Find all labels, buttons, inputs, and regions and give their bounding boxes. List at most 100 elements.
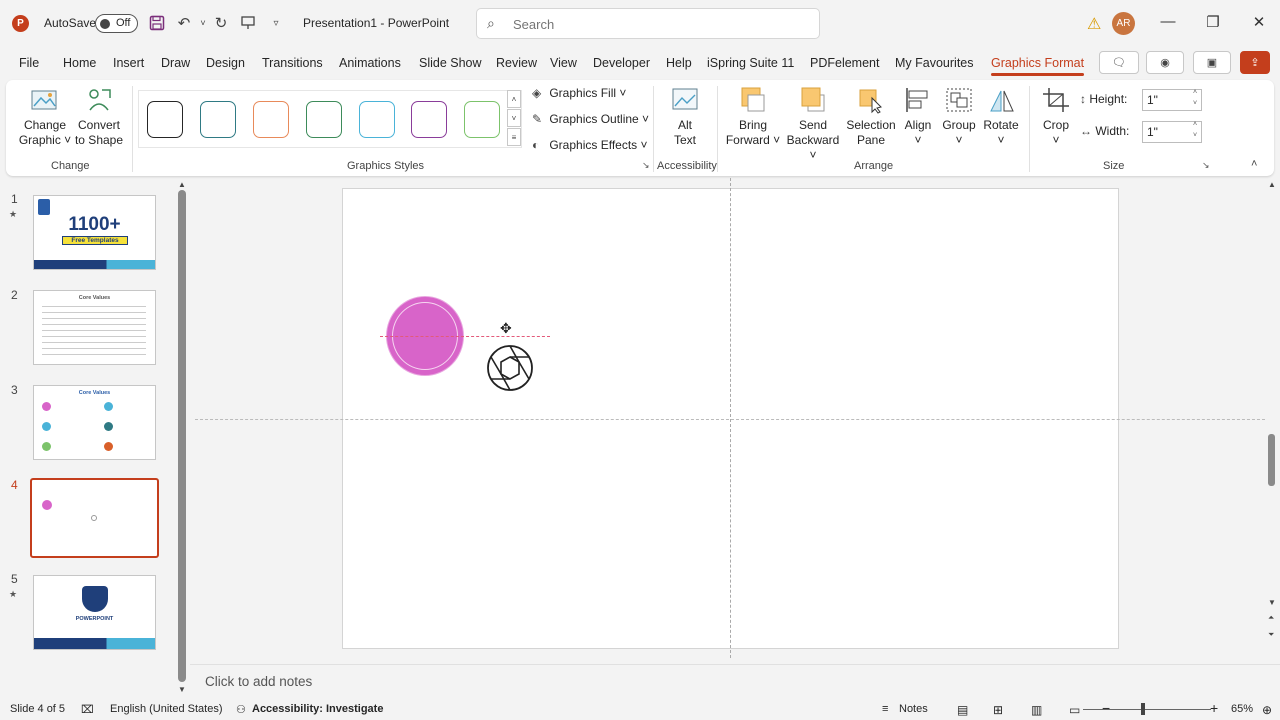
slide-thumbnail-3[interactable]: Core Values bbox=[33, 385, 156, 460]
undo-icon[interactable]: ↶ bbox=[174, 13, 194, 33]
selection-pane-button[interactable]: Selection Pane bbox=[844, 86, 898, 148]
tab-animations[interactable]: Animations bbox=[339, 56, 401, 70]
gallery-more-icon[interactable]: ≡ bbox=[507, 128, 521, 146]
gallery-scroll-up-icon[interactable]: ˄ bbox=[507, 90, 521, 108]
fit-to-window-icon[interactable]: ⊕ bbox=[1262, 703, 1272, 717]
tab-review[interactable]: Review bbox=[496, 56, 537, 70]
record-button[interactable]: ◉ bbox=[1146, 51, 1184, 74]
avatar[interactable]: AR bbox=[1112, 12, 1135, 35]
spellcheck-icon[interactable]: ⌧ bbox=[81, 703, 94, 716]
tab-ispring[interactable]: iSpring Suite 11 bbox=[707, 56, 794, 70]
customize-toolbar-icon[interactable]: ▿ bbox=[266, 13, 286, 33]
slideshow-view-icon[interactable]: ▭ bbox=[1069, 703, 1080, 717]
tab-home[interactable]: Home bbox=[63, 56, 96, 70]
tab-my-favourites[interactable]: My Favourites bbox=[895, 56, 974, 70]
graphics-fill-button[interactable]: ◈ Graphics Fill ˅ bbox=[532, 86, 626, 100]
slide-thumbnail-1[interactable]: 1100+ Free Templates bbox=[33, 195, 156, 270]
thumb-number-5: 5 bbox=[11, 572, 18, 586]
comments-button[interactable]: 🗨 bbox=[1099, 51, 1139, 74]
canvas-scroll-down-icon[interactable]: ▼ bbox=[1268, 598, 1276, 607]
warning-icon[interactable]: ⚠ bbox=[1087, 14, 1101, 34]
close-icon[interactable]: ✕ bbox=[1249, 13, 1269, 31]
alt-text-button[interactable]: Alt Text bbox=[662, 86, 708, 148]
minimize-icon[interactable]: — bbox=[1158, 13, 1178, 30]
present-icon[interactable] bbox=[238, 13, 258, 33]
slide-sorter-icon[interactable]: ⊞ bbox=[993, 703, 1003, 717]
slide-thumbnail-5[interactable]: POWERPOINT bbox=[33, 575, 156, 650]
graphics-style-5[interactable] bbox=[359, 101, 395, 138]
graphics-effects-button[interactable]: ◐ Graphics Effects ˅ bbox=[532, 138, 648, 152]
tab-file[interactable]: File bbox=[19, 56, 39, 70]
teams-button[interactable]: ▣ bbox=[1193, 51, 1231, 74]
aperture-icon[interactable] bbox=[486, 344, 534, 392]
accessibility-group-label: Accessibility bbox=[657, 160, 717, 172]
collapse-ribbon-icon[interactable]: ˄ bbox=[1251, 158, 1257, 170]
graphics-style-1[interactable] bbox=[147, 101, 183, 138]
canvas-scroll-up-icon[interactable]: ▲ bbox=[1268, 180, 1276, 189]
alt-text-label-1: Alt bbox=[677, 118, 692, 132]
thumb-scroll-up-icon[interactable]: ▲ bbox=[178, 180, 186, 189]
thumb-scroll-down-icon[interactable]: ▼ bbox=[178, 685, 186, 694]
tab-draw[interactable]: Draw bbox=[161, 56, 190, 70]
change-graphic-button[interactable]: Change Graphic ˅ bbox=[18, 86, 72, 148]
slide-thumbnail-4[interactable] bbox=[30, 478, 159, 558]
zoom-slider-thumb[interactable] bbox=[1141, 703, 1145, 715]
notes-pane[interactable] bbox=[190, 664, 1280, 698]
group-button[interactable]: Group ˅ bbox=[938, 86, 980, 148]
tab-transitions[interactable]: Transitions bbox=[262, 56, 323, 70]
zoom-slider-track[interactable] bbox=[1083, 709, 1211, 710]
canvas-scrollbar[interactable] bbox=[1268, 434, 1275, 486]
crop-button[interactable]: Crop ˅ bbox=[1038, 86, 1074, 148]
tab-slide-show[interactable]: Slide Show bbox=[419, 56, 482, 70]
graphics-style-4[interactable] bbox=[306, 101, 342, 138]
restore-icon[interactable]: ❐ bbox=[1203, 13, 1223, 31]
notes-toggle[interactable]: Notes bbox=[899, 703, 928, 715]
dialog-launcher-icon[interactable]: ↘ bbox=[642, 160, 650, 171]
graphics-style-7[interactable] bbox=[464, 101, 500, 138]
reading-view-icon[interactable]: ▥ bbox=[1031, 703, 1042, 717]
zoom-in-icon[interactable]: + bbox=[1210, 700, 1218, 716]
tab-insert[interactable]: Insert bbox=[113, 56, 144, 70]
redo-icon[interactable]: ↻ bbox=[211, 13, 231, 33]
slide-thumbnail-2[interactable]: Core Values bbox=[33, 290, 156, 365]
width-down-icon[interactable]: ˅ bbox=[1193, 132, 1197, 139]
previous-slide-icon[interactable]: ⏶ bbox=[1268, 613, 1274, 623]
height-up-icon[interactable]: ˄ bbox=[1193, 89, 1197, 96]
rotate-button[interactable]: Rotate ˅ bbox=[980, 86, 1022, 148]
graphics-style-3[interactable] bbox=[253, 101, 289, 138]
accessibility-status[interactable]: Accessibility: Investigate bbox=[252, 703, 383, 715]
undo-dropdown-icon[interactable]: ˅ bbox=[193, 13, 213, 33]
send-backward-button[interactable]: Send Backward ˅ bbox=[782, 86, 844, 163]
selection-pane-icon bbox=[859, 89, 882, 114]
tab-developer[interactable]: Developer bbox=[593, 56, 650, 70]
autosave-toggle[interactable]: Off bbox=[95, 14, 138, 33]
share-button[interactable]: ⇪ bbox=[1240, 51, 1270, 74]
search-input[interactable] bbox=[513, 14, 803, 34]
language-indicator[interactable]: English (United States) bbox=[110, 703, 223, 715]
gallery-scroll-down-icon[interactable]: ˅ bbox=[507, 109, 521, 127]
save-icon[interactable] bbox=[147, 13, 167, 33]
notes-placeholder[interactable]: Click to add notes bbox=[205, 674, 312, 689]
tab-pdfelement[interactable]: PDFelement bbox=[810, 56, 879, 70]
graphics-style-6[interactable] bbox=[411, 101, 447, 138]
width-up-icon[interactable]: ˄ bbox=[1193, 121, 1197, 128]
tab-design[interactable]: Design bbox=[206, 56, 245, 70]
align-button[interactable]: Align ˅ bbox=[898, 86, 938, 148]
graphics-outline-button[interactable]: ✎ Graphics Outline ˅ bbox=[532, 112, 649, 126]
convert-to-shape-button[interactable]: Convert to Shape bbox=[72, 86, 126, 148]
thumb-logo-icon bbox=[38, 199, 50, 215]
tab-graphics-format[interactable]: Graphics Format bbox=[991, 56, 1085, 76]
zoom-level[interactable]: 65% bbox=[1231, 703, 1253, 715]
tab-view[interactable]: View bbox=[550, 56, 577, 70]
zoom-out-icon[interactable]: − bbox=[1102, 700, 1110, 716]
graphics-style-2[interactable] bbox=[200, 101, 236, 138]
size-dialog-launcher-icon[interactable]: ↘ bbox=[1202, 160, 1210, 171]
normal-view-icon[interactable]: ▤ bbox=[957, 703, 968, 717]
next-slide-icon[interactable]: ⏷ bbox=[1268, 630, 1274, 640]
height-down-icon[interactable]: ˅ bbox=[1193, 100, 1197, 107]
bring-forward-button[interactable]: Bring Forward ˅ bbox=[724, 86, 782, 148]
convert-label-2: to Shape bbox=[74, 133, 124, 147]
thumbnail-scrollbar[interactable] bbox=[178, 190, 186, 682]
search-box[interactable]: ⌕ bbox=[476, 8, 820, 39]
tab-help[interactable]: Help bbox=[666, 56, 692, 70]
